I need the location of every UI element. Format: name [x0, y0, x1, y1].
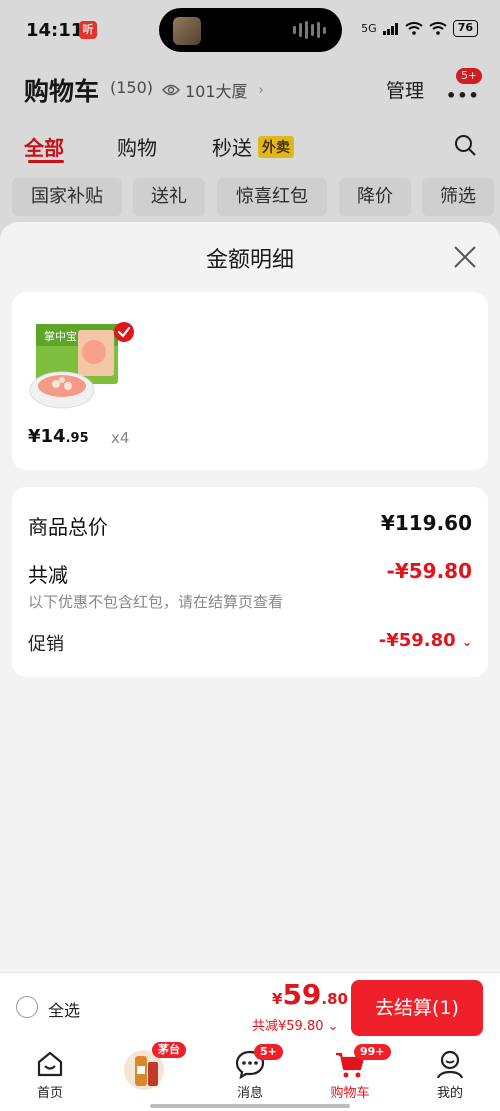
- total-integer: 59: [282, 978, 322, 1011]
- checkout-bar: 全选 ¥59.80 共减¥59.80 ⌄ 去结算(1): [0, 972, 500, 1042]
- product-card: 掌中宝 ¥14.95 x4: [12, 292, 488, 470]
- discount-note: 以下优惠不包含红包，请在结算页查看: [28, 593, 284, 611]
- overlay-scrim[interactable]: [0, 0, 500, 240]
- saved-amount[interactable]: 共减¥59.80 ⌄: [252, 1015, 339, 1034]
- total-decimal: .80: [321, 990, 348, 1008]
- nav-messages[interactable]: 5+ 消息: [210, 1044, 290, 1101]
- product-price: ¥14.95: [28, 426, 89, 447]
- discount-label: 共减: [28, 563, 68, 587]
- close-icon[interactable]: [452, 244, 478, 270]
- nav-profile-label: 我的: [436, 1086, 463, 1101]
- sheet-title: 金额明细: [205, 248, 294, 273]
- messages-badge: 5+: [254, 1044, 283, 1060]
- moutai-badge: 茅台: [152, 1042, 186, 1058]
- cart-icon: 99+: [334, 1044, 391, 1080]
- total-label: 商品总价: [28, 515, 108, 539]
- total-value: ¥119.60: [380, 511, 472, 535]
- promo-value[interactable]: -¥59.80 ⌄: [379, 630, 472, 651]
- saved-text: 共减¥59.80: [252, 1019, 324, 1034]
- discount-value: -¥59.80: [386, 559, 472, 583]
- nav-messages-label: 消息: [236, 1086, 263, 1101]
- amount-detail-sheet: 金额明细 掌中宝 ¥14.95 x4 商品总价 ¥119.60 共减 -¥59.…: [0, 222, 500, 982]
- select-all-label[interactable]: 全选: [48, 997, 80, 1021]
- cart-badge: 99+: [354, 1044, 391, 1060]
- price-currency: ¥: [28, 426, 41, 447]
- select-all-radio[interactable]: [16, 996, 38, 1018]
- product-image[interactable]: 掌中宝: [28, 320, 134, 416]
- price-integer: 14: [40, 426, 66, 447]
- chevron-down-icon: ⌄: [327, 1019, 339, 1034]
- checkout-total: ¥59.80: [272, 978, 348, 1011]
- home-indicator: [150, 1104, 350, 1108]
- chevron-down-icon: ⌄: [461, 635, 472, 649]
- nav-profile[interactable]: 我的: [410, 1048, 490, 1101]
- nav-home[interactable]: 首页: [10, 1048, 90, 1101]
- background-page: 14:11 听 5G 76 购物车 (150) 101大厦 › 管理 ••• 5…: [0, 0, 500, 240]
- product-quantity: x4: [111, 429, 130, 447]
- total-currency: ¥: [272, 990, 283, 1008]
- nav-home-label: 首页: [36, 1086, 63, 1101]
- nav-cart-label: 购物车: [330, 1086, 370, 1101]
- product-brand-text: 掌中宝: [44, 329, 77, 343]
- message-icon: 5+: [234, 1044, 283, 1080]
- promo-label: 促销: [28, 634, 64, 655]
- moutai-promo-icon: 茅台: [122, 1042, 186, 1092]
- profile-icon: [436, 1050, 464, 1079]
- promo-amount: -¥59.80: [378, 630, 456, 651]
- nav-moutai-promo[interactable]: 茅台: [104, 1042, 186, 1092]
- price-summary-card: 商品总价 ¥119.60 共减 -¥59.80 以下优惠不包含红包，请在结算页查…: [12, 487, 488, 677]
- bottom-nav: 首页 茅台 5+ 消息 99+ 购物车 我的: [0, 1042, 500, 1111]
- nav-cart[interactable]: 99+ 购物车: [310, 1044, 391, 1101]
- price-decimal: .95: [65, 431, 89, 446]
- checkout-button[interactable]: 去结算(1): [351, 980, 483, 1036]
- home-icon: [37, 1051, 63, 1077]
